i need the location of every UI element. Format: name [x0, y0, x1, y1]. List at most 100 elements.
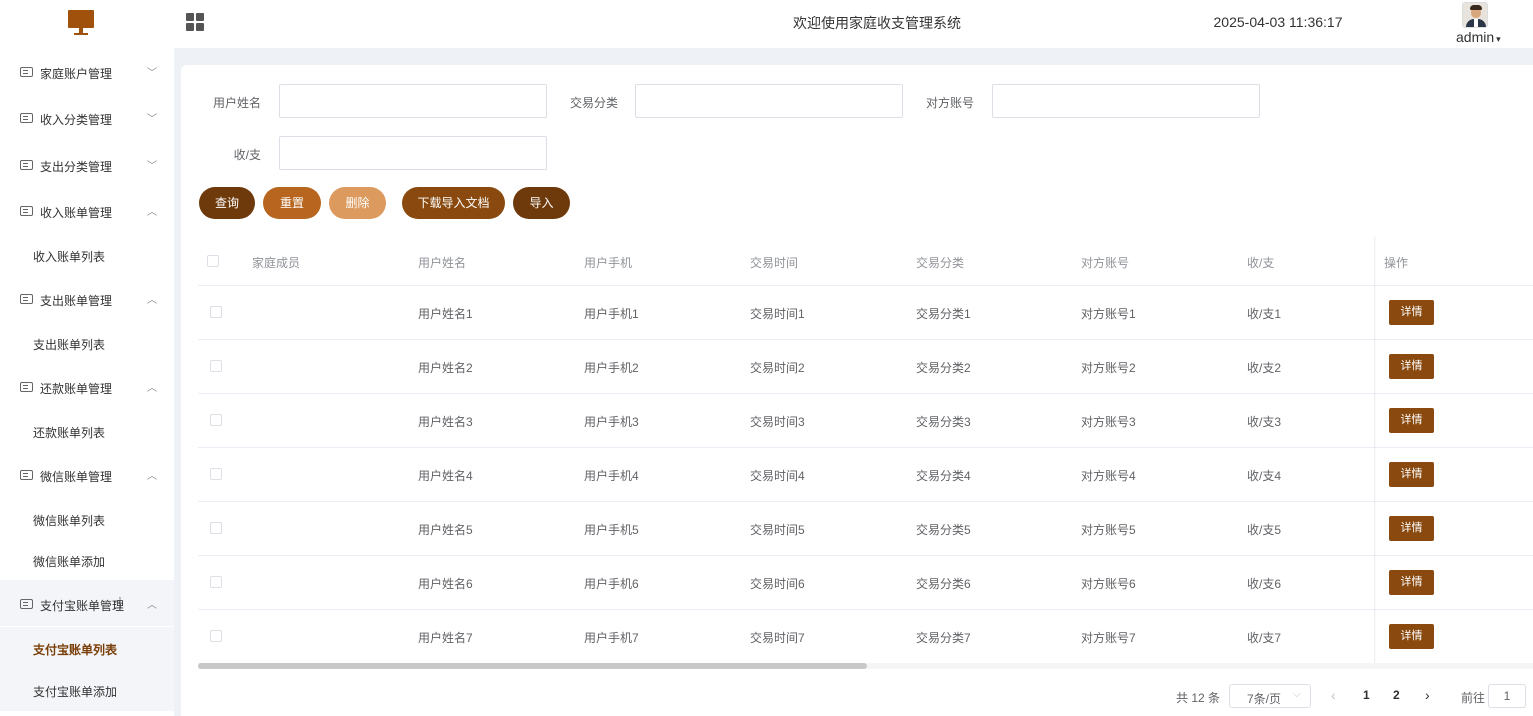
chevron-down-icon: ﹀ — [147, 161, 157, 172]
sidebar-item-expense-category[interactable]: 支出分类管理 ﹀ — [0, 141, 174, 187]
sidebar-subitem-alipay-bill-add[interactable]: 支付宝账单添加 — [0, 669, 174, 711]
column-header: 操作 — [1384, 256, 1409, 270]
avatar[interactable] — [1462, 2, 1488, 28]
page-number-1[interactable]: 1 — [1363, 688, 1370, 702]
column-header: 交易分类 — [916, 256, 965, 270]
table-cell: 用户手机5 — [584, 523, 639, 537]
table-cell: 交易分类5 — [916, 523, 971, 537]
sidebar-subitem-expense-bill-list[interactable]: 支出账单列表 — [0, 322, 174, 364]
sidebar-subitem-label: 微信账单列表 — [33, 514, 106, 528]
chevron-up-icon: ︿ — [147, 295, 157, 306]
detail-button[interactable]: 详情 — [1389, 624, 1434, 649]
table-cell: 交易分类7 — [916, 631, 971, 645]
chevron-up-icon: ︿ — [147, 600, 157, 611]
sidebar-subitem-wechat-bill-list[interactable]: 微信账单列表 — [0, 498, 174, 540]
account-label: 对方账号 — [925, 96, 974, 110]
select-all-checkbox[interactable] — [207, 255, 219, 267]
sidebar-item-family-account[interactable]: 家庭账户管理 ﹀ — [0, 48, 174, 94]
table-cell: 收/支6 — [1247, 577, 1282, 591]
chevron-down-icon: ▾ — [1496, 34, 1501, 44]
sidebar-item-expense-bill[interactable]: 支出账单管理 ︿ — [0, 275, 174, 321]
page-number-2[interactable]: 2 — [1393, 688, 1400, 702]
row-checkbox[interactable] — [210, 468, 222, 480]
horizontal-scrollbar-thumb[interactable] — [198, 663, 867, 669]
table-cell: 对方账号2 — [1081, 361, 1136, 375]
document-icon — [20, 67, 33, 77]
page-size-select[interactable]: 7条/页 ⌵ — [1229, 684, 1311, 708]
table-cell: 用户姓名7 — [418, 631, 473, 645]
sidebar-item-label: 支付宝账单管理 — [40, 599, 125, 613]
top-header: 欢迎使用家庭收支管理系统 2025-04-03 11:36:17 admin ▾ — [0, 0, 1533, 48]
prev-page-button[interactable]: ‹ — [1331, 687, 1336, 703]
chevron-up-icon: ︿ — [147, 471, 157, 482]
chevron-down-icon: ﹀ — [147, 114, 157, 125]
table-cell: 收/支4 — [1247, 469, 1282, 483]
table-cell: 收/支2 — [1247, 361, 1282, 375]
column-header: 用户姓名 — [418, 256, 467, 270]
detail-button[interactable]: 详情 — [1389, 570, 1434, 595]
detail-button[interactable]: 详情 — [1389, 300, 1434, 325]
sidebar-item-repayment-bill[interactable]: 还款账单管理 ︿ — [0, 363, 174, 409]
row-checkbox[interactable] — [210, 630, 222, 642]
column-header: 对方账号 — [1081, 256, 1130, 270]
table-row: 用户姓名6 用户手机6 交易时间6 交易分类6 对方账号6 收/支6 详情 — [198, 556, 1533, 610]
apps-grid-icon[interactable] — [186, 13, 204, 31]
category-input[interactable] — [635, 84, 903, 118]
system-title: 欢迎使用家庭收支管理系统 — [793, 15, 961, 31]
username-label: 用户姓名 — [212, 96, 261, 110]
table-cell: 用户手机4 — [584, 469, 639, 483]
table-cell: 交易时间5 — [750, 523, 805, 537]
table-cell: 用户姓名2 — [418, 361, 473, 375]
sidebar-subitem-label: 微信账单添加 — [33, 555, 106, 569]
detail-button[interactable]: 详情 — [1389, 462, 1434, 487]
account-input[interactable] — [992, 84, 1260, 118]
row-checkbox[interactable] — [210, 576, 222, 588]
table-cell: 交易分类4 — [916, 469, 971, 483]
import-button[interactable]: 导入 — [513, 187, 570, 219]
sidebar-item-alipay-bill[interactable]: 支付宝账单管理 ︿ — [0, 580, 174, 626]
type-input[interactable] — [279, 136, 547, 170]
table-cell: 收/支5 — [1247, 523, 1282, 537]
detail-button[interactable]: 详情 — [1389, 408, 1434, 433]
sidebar-subitem-label: 还款账单列表 — [33, 426, 106, 440]
detail-button[interactable]: 详情 — [1389, 516, 1434, 541]
sidebar-item-income-category[interactable]: 收入分类管理 ﹀ — [0, 94, 174, 140]
table-row: 用户姓名3 用户手机3 交易时间3 交易分类3 对方账号3 收/支3 详情 — [198, 394, 1533, 448]
page-size-value: 7条/页 — [1247, 692, 1282, 706]
next-page-button[interactable]: › — [1425, 687, 1430, 703]
document-icon — [20, 160, 33, 170]
table-cell: 收/支1 — [1247, 307, 1282, 321]
row-checkbox[interactable] — [210, 360, 222, 372]
table-cell: 用户手机3 — [584, 415, 639, 429]
download-template-button[interactable]: 下载导入文档 — [402, 187, 505, 219]
reset-button[interactable]: 重置 — [263, 187, 321, 219]
sidebar-item-income-bill[interactable]: 收入账单管理 ︿ — [0, 187, 174, 233]
sidebar-item-wechat-bill[interactable]: 微信账单管理 ︿ — [0, 451, 174, 497]
sidebar-item-label: 家庭账户管理 — [40, 67, 113, 81]
table-cell: 用户手机6 — [584, 577, 639, 591]
table-cell: 交易时间2 — [750, 361, 805, 375]
goto-label: 前往 — [1461, 691, 1486, 705]
detail-button[interactable]: 详情 — [1389, 354, 1434, 379]
document-icon — [20, 599, 33, 609]
sidebar-subitem-alipay-bill-list[interactable]: 支付宝账单列表 — [0, 627, 174, 669]
row-checkbox[interactable] — [210, 414, 222, 426]
goto-page-input[interactable]: 1 — [1488, 684, 1526, 708]
sidebar-subitem-label: 支付宝账单列表 — [33, 643, 118, 657]
row-checkbox[interactable] — [210, 522, 222, 534]
chevron-up-icon: ︿ — [147, 383, 157, 394]
sidebar-item-label: 支出账单管理 — [40, 294, 113, 308]
chevron-down-icon: ⌵ — [1293, 689, 1301, 700]
delete-button[interactable]: 删除 — [329, 187, 386, 219]
row-checkbox[interactable] — [210, 306, 222, 318]
user-menu[interactable]: admin ▾ — [1456, 29, 1501, 45]
table-cell: 用户姓名4 — [418, 469, 473, 483]
sidebar-subitem-income-bill-list[interactable]: 收入账单列表 — [0, 234, 174, 276]
sidebar-subitem-repayment-bill-list[interactable]: 还款账单列表 — [0, 410, 174, 452]
sidebar-subitem-label: 支出账单列表 — [33, 338, 106, 352]
query-button[interactable]: 查询 — [199, 187, 255, 219]
sidebar-subitem-wechat-bill-add[interactable]: 微信账单添加 — [0, 539, 174, 581]
main-panel: 用户姓名 交易分类 对方账号 收/支 查询 重置 删除 下载导入文档 导入 家庭… — [181, 65, 1533, 716]
username-input[interactable] — [279, 84, 547, 118]
document-icon — [20, 113, 33, 123]
